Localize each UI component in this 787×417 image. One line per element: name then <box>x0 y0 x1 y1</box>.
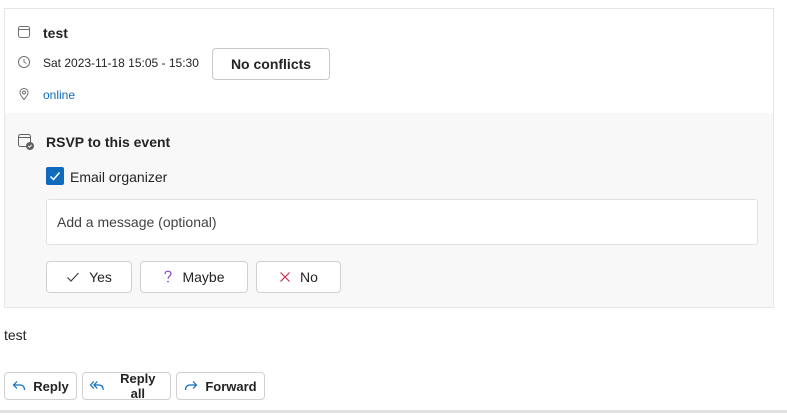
question-mark-icon <box>164 270 173 283</box>
rsvp-panel: RSVP to this event Email organizer Yes M… <box>5 113 773 307</box>
event-datetime: Sat 2023-11-18 15:05 - 15:30 <box>43 56 199 70</box>
reply-button[interactable]: Reply <box>4 372 77 400</box>
forward-button[interactable]: Forward <box>176 372 265 400</box>
clock-icon <box>17 55 33 71</box>
checkmark-icon <box>67 272 80 282</box>
rsvp-maybe-label: Maybe <box>182 269 225 285</box>
rsvp-no-label: No <box>300 269 318 285</box>
reply-all-button[interactable]: Reply all <box>82 371 171 401</box>
event-title: test <box>43 25 68 41</box>
event-location-link[interactable]: online <box>43 88 75 102</box>
reply-arrow-icon <box>12 381 26 391</box>
rsvp-message-input[interactable] <box>46 199 758 245</box>
rsvp-yes-label: Yes <box>89 269 112 285</box>
no-conflicts-button[interactable]: No conflicts <box>212 48 330 80</box>
reply-label: Reply <box>33 378 69 394</box>
bottom-divider <box>0 410 787 413</box>
dismiss-icon <box>280 272 290 282</box>
calendar-icon <box>17 25 33 41</box>
email-organizer-checkbox[interactable] <box>46 167 64 185</box>
checkbox-checkmark-icon <box>49 172 61 181</box>
email-organizer-label[interactable]: Email organizer <box>70 169 167 185</box>
rsvp-no-button[interactable]: No <box>256 261 341 293</box>
event-card: test Sat 2023-11-18 15:05 - 15:30 No con… <box>4 8 774 308</box>
forward-label: Forward <box>205 378 257 394</box>
reply-all-arrow-icon <box>89 381 104 390</box>
rsvp-heading: RSVP to this event <box>46 134 171 150</box>
forward-arrow-icon <box>185 381 198 391</box>
reply-all-label: Reply all <box>120 371 156 401</box>
rsvp-maybe-button[interactable]: Maybe <box>140 261 248 293</box>
location-pin-icon <box>17 87 33 103</box>
rsvp-yes-button[interactable]: Yes <box>46 261 132 293</box>
message-body-text: test <box>4 327 27 343</box>
calendar-rsvp-icon <box>17 133 35 151</box>
